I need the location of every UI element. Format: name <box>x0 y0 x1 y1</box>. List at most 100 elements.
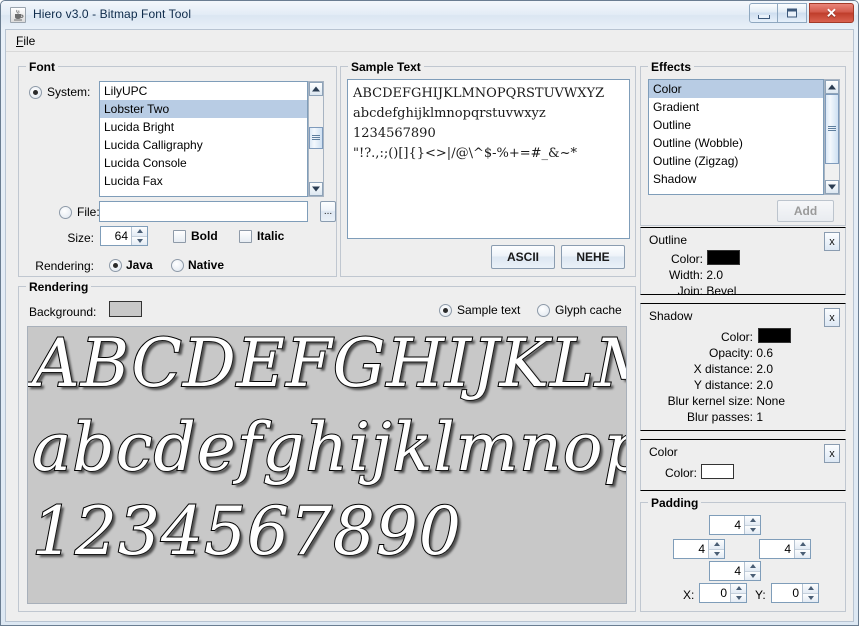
padding-right-value[interactable]: 4 <box>760 540 794 558</box>
stepper-down-icon[interactable] <box>745 571 760 580</box>
stepper-down-icon[interactable] <box>132 236 147 245</box>
list-item[interactable]: Lucida Calligraphy <box>100 136 307 154</box>
property-value[interactable]: 1 <box>756 410 763 424</box>
stepper-up-icon[interactable] <box>745 562 760 572</box>
nehe-button[interactable]: NEHE <box>561 245 625 269</box>
font-panel-title: Font <box>26 60 58 74</box>
property-label: Width: <box>668 268 703 282</box>
padding-bottom-spinner[interactable]: 4 <box>709 561 761 581</box>
font-list-scrollbar[interactable] <box>308 81 324 197</box>
font-size-stepper[interactable] <box>131 227 147 245</box>
maximize-button[interactable] <box>778 3 807 23</box>
padding-right-stepper[interactable] <box>794 540 810 558</box>
stepper-up-icon[interactable] <box>745 516 760 526</box>
font-file-input[interactable] <box>99 201 308 222</box>
preview-row: abcdefghijklmnopqr <box>31 408 626 487</box>
list-item[interactable]: Outline (Zigzag) <box>649 152 823 170</box>
stepper-down-icon[interactable] <box>803 593 818 602</box>
padding-top-value[interactable]: 4 <box>710 516 744 534</box>
browse-file-button[interactable]: ... <box>320 201 336 222</box>
remove-effect-button[interactable]: x <box>824 308 840 327</box>
add-effect-button[interactable]: Add <box>777 200 834 222</box>
effects-list-scrollbar[interactable] <box>824 79 840 195</box>
file-font-radio[interactable] <box>59 206 72 219</box>
stepper-up-icon[interactable] <box>795 540 810 550</box>
padding-bottom-stepper[interactable] <box>744 562 760 580</box>
stepper-down-icon[interactable] <box>795 549 810 558</box>
outline-color-swatch[interactable] <box>707 250 740 265</box>
scroll-up-icon[interactable] <box>825 80 839 94</box>
rendering-mode-label: Rendering: <box>35 259 94 273</box>
list-item[interactable]: Outline <box>649 116 823 134</box>
effect-property-color: Color: <box>649 252 703 266</box>
padding-y-stepper[interactable] <box>802 584 818 602</box>
system-font-radio[interactable] <box>29 86 42 99</box>
background-color-swatch[interactable] <box>109 301 142 317</box>
stepper-up-icon[interactable] <box>731 584 746 594</box>
font-size-spinner[interactable]: 64 <box>100 226 148 246</box>
font-size-value[interactable]: 64 <box>101 227 131 245</box>
list-item[interactable]: Lucida Console <box>100 154 307 172</box>
italic-checkbox[interactable] <box>239 230 252 243</box>
color-effect-swatch[interactable] <box>701 464 734 479</box>
stepper-up-icon[interactable] <box>709 540 724 550</box>
stepper-up-icon[interactable] <box>132 227 147 237</box>
sample-text-input[interactable]: ABCDEFGHIJKLMNOPQRSTUVWXYZ abcdefghijklm… <box>347 79 630 239</box>
property-value[interactable]: None <box>756 394 785 408</box>
rendering-native-radio[interactable] <box>171 259 184 272</box>
sample-text-panel-title: Sample Text <box>348 60 424 74</box>
padding-right-spinner[interactable]: 4 <box>759 539 811 559</box>
padding-left-stepper[interactable] <box>708 540 724 558</box>
list-item[interactable]: LilyUPC <box>100 82 307 100</box>
list-item[interactable]: Outline (Wobble) <box>649 134 823 152</box>
minimize-button[interactable] <box>749 3 778 23</box>
remove-effect-button[interactable]: x <box>824 232 840 251</box>
padding-y-spinner[interactable]: 0 <box>771 583 819 603</box>
bold-checkbox[interactable] <box>173 230 186 243</box>
scroll-down-icon[interactable] <box>825 180 839 194</box>
property-value[interactable]: Bevel <box>706 284 736 298</box>
list-item[interactable]: Color <box>649 80 823 98</box>
view-glyph-cache-label: Glyph cache <box>555 303 622 317</box>
property-value[interactable]: 0.6 <box>756 346 773 360</box>
rendering-java-radio[interactable] <box>109 259 122 272</box>
padding-x-spinner[interactable]: 0 <box>699 583 747 603</box>
scrollbar-thumb[interactable] <box>825 94 839 164</box>
shadow-color-swatch[interactable] <box>758 328 791 343</box>
list-item[interactable]: Gradient <box>649 98 823 116</box>
scroll-up-icon[interactable] <box>309 82 323 96</box>
padding-left-spinner[interactable]: 4 <box>673 539 725 559</box>
stepper-down-icon[interactable] <box>709 549 724 558</box>
padding-y-value[interactable]: 0 <box>772 584 802 602</box>
stepper-up-icon[interactable] <box>803 584 818 594</box>
effects-panel: Effects Color Gradient Outline Outline (… <box>640 60 846 226</box>
effects-list[interactable]: Color Gradient Outline Outline (Wobble) … <box>648 79 824 195</box>
list-item[interactable]: Lucida Bright <box>100 118 307 136</box>
menu-file[interactable]: File <box>14 34 37 48</box>
list-item[interactable]: Lucida Fax <box>100 172 307 190</box>
property-value[interactable]: 2.0 <box>756 378 773 392</box>
list-item[interactable]: Shadow <box>649 170 823 188</box>
padding-x-stepper[interactable] <box>730 584 746 602</box>
padding-left-value[interactable]: 4 <box>674 540 708 558</box>
padding-top-stepper[interactable] <box>744 516 760 534</box>
ascii-button[interactable]: ASCII <box>491 245 555 269</box>
stepper-down-icon[interactable] <box>731 593 746 602</box>
scrollbar-thumb[interactable] <box>309 127 323 149</box>
stepper-down-icon[interactable] <box>745 525 760 534</box>
scroll-down-icon[interactable] <box>309 182 323 196</box>
remove-effect-button[interactable]: x <box>824 444 840 463</box>
glyph-preview-canvas[interactable]: ABCDEFGHIJKLMN abcdefghijklmnopqr 123456… <box>27 326 627 604</box>
list-item[interactable]: Lobster Two <box>100 100 307 118</box>
property-value[interactable]: 2.0 <box>756 362 773 376</box>
padding-x-value[interactable]: 0 <box>700 584 730 602</box>
bold-label: Bold <box>191 229 218 243</box>
padding-top-spinner[interactable]: 4 <box>709 515 761 535</box>
close-button[interactable]: ✕ <box>809 3 854 23</box>
property-value[interactable]: 2.0 <box>706 268 723 282</box>
padding-bottom-value[interactable]: 4 <box>710 562 744 580</box>
file-font-label: File: <box>77 205 100 219</box>
system-font-list[interactable]: LilyUPC Lobster Two Lucida Bright Lucida… <box>99 81 308 197</box>
view-sample-text-radio[interactable] <box>439 304 452 317</box>
view-glyph-cache-radio[interactable] <box>537 304 550 317</box>
